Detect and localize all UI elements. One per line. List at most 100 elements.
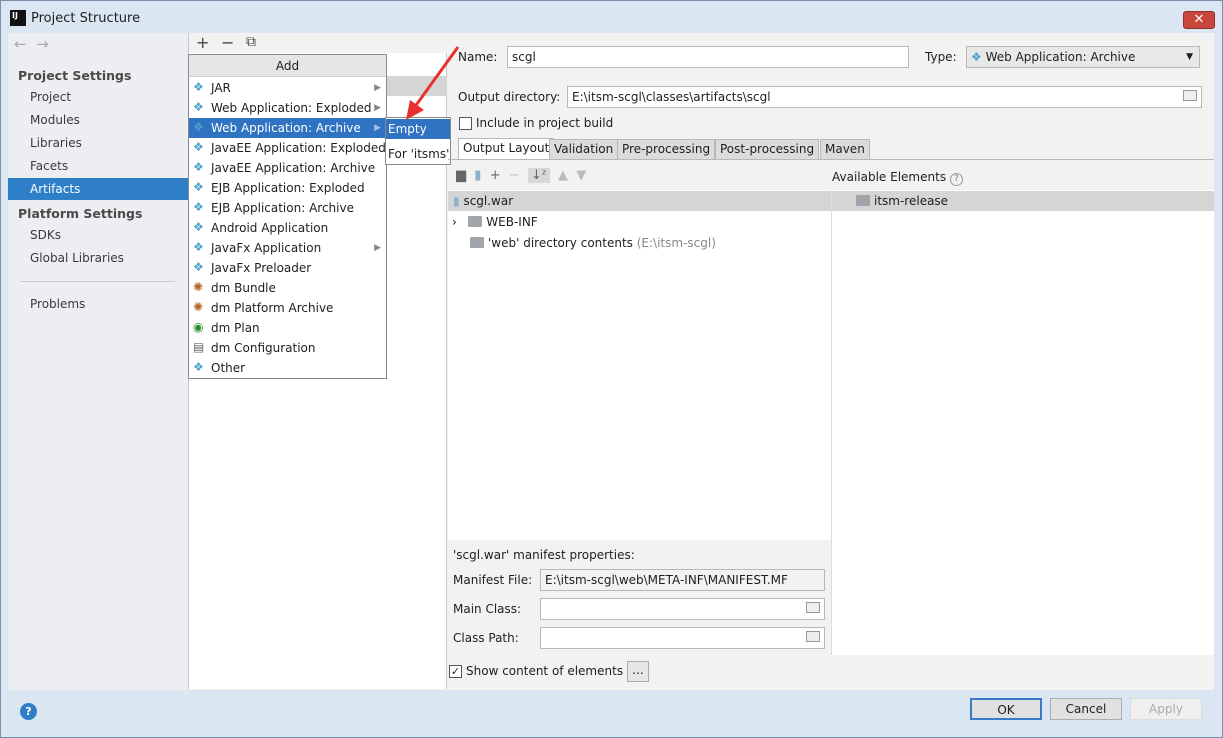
sidebar-item-facets[interactable]: Facets bbox=[8, 155, 188, 177]
menu-item[interactable]: ❖ Web Application: Exploded ▶ bbox=[189, 98, 386, 118]
output-directory-input[interactable]: E:\itsm-scgl\classes\artifacts\scgl bbox=[567, 86, 1202, 108]
tab-validation[interactable]: Validation bbox=[549, 139, 619, 159]
menu-item-label: EJB Application: Exploded bbox=[211, 181, 365, 195]
sort-icon[interactable]: ↓ᶻ bbox=[528, 168, 550, 183]
chevron-down-icon: ▼ bbox=[1186, 52, 1193, 62]
menu-item[interactable]: ❖ Android Application bbox=[189, 218, 386, 238]
tab-maven[interactable]: Maven bbox=[820, 139, 870, 159]
menu-item-label: JavaFx Preloader bbox=[211, 261, 312, 275]
add-icon[interactable]: + bbox=[490, 168, 501, 183]
menu-item[interactable]: ❖ JavaEE Application: Exploded bbox=[189, 138, 386, 158]
javaee-icon: ❖ bbox=[193, 140, 204, 154]
class-path-input[interactable] bbox=[540, 627, 825, 649]
submenu-arrow-icon: ▶ bbox=[374, 83, 381, 93]
tree-node-web-dir[interactable]: 'web' directory contents (E:\itsm-scgl) bbox=[470, 233, 716, 253]
ok-button[interactable]: OK bbox=[970, 698, 1042, 720]
submenu-item-empty[interactable]: Empty bbox=[386, 119, 450, 139]
menu-item-label: JavaEE Application: Exploded bbox=[211, 141, 386, 155]
menu-item-label: Other bbox=[211, 361, 246, 375]
menu-item[interactable]: ✺ dm Bundle bbox=[189, 278, 386, 298]
sidebar-item-project[interactable]: Project bbox=[8, 86, 188, 108]
menu-item-label: Android Application bbox=[211, 221, 329, 235]
menu-item[interactable]: ❖ EJB Application: Exploded bbox=[189, 178, 386, 198]
menu-item[interactable]: ◉ dm Plan bbox=[189, 318, 386, 338]
menu-item-label: JavaFx Application bbox=[211, 241, 322, 255]
cancel-button[interactable]: Cancel bbox=[1050, 698, 1122, 720]
tab-pre-processing[interactable]: Pre-processing bbox=[617, 139, 716, 159]
show-content-checkbox[interactable]: ✓ bbox=[449, 665, 462, 678]
menu-item[interactable]: ❖ Web Application: Archive ▶ bbox=[189, 118, 386, 138]
help-icon[interactable]: ? bbox=[949, 173, 963, 186]
menu-item[interactable]: ▤ dm Configuration bbox=[189, 338, 386, 358]
move-up-icon[interactable]: ▲ bbox=[558, 168, 568, 183]
sidebar-item-libraries[interactable]: Libraries bbox=[8, 132, 188, 154]
sidebar-item-artifacts[interactable]: Artifacts bbox=[8, 178, 188, 200]
sidebar-item-problems[interactable]: Problems bbox=[8, 293, 188, 315]
available-item-label: itsm-release bbox=[874, 194, 949, 208]
submenu-arrow-icon: ▶ bbox=[374, 103, 381, 113]
sidebar-item-sdks[interactable]: SDKs bbox=[8, 224, 188, 246]
menu-item[interactable]: ❖ JavaFx Application ▶ bbox=[189, 238, 386, 258]
help-button[interactable]: ? bbox=[20, 703, 37, 720]
tab-post-processing[interactable]: Post-processing bbox=[715, 139, 820, 159]
copy-icon[interactable]: ⧉ bbox=[246, 34, 256, 50]
tab-output-layout[interactable]: Output Layout bbox=[458, 138, 555, 160]
type-select[interactable]: ❖ Web Application: Archive ▼ bbox=[966, 46, 1200, 68]
sidebar-item-global-libraries[interactable]: Global Libraries bbox=[8, 247, 188, 269]
browse-folder-icon[interactable] bbox=[1183, 90, 1197, 101]
manifest-file-label: Manifest File: bbox=[453, 573, 533, 587]
tab-divider bbox=[448, 159, 1214, 160]
tree-node-web-inf[interactable]: › WEB-INF bbox=[452, 212, 538, 232]
apply-button[interactable]: Apply bbox=[1130, 698, 1202, 720]
menu-item[interactable]: ❖ JavaEE Application: Archive bbox=[189, 158, 386, 178]
browse-icon[interactable] bbox=[806, 602, 820, 613]
intellij-logo-icon: IJ bbox=[10, 10, 26, 26]
back-icon[interactable]: ← bbox=[14, 35, 27, 53]
manifest-file-input[interactable]: E:\itsm-scgl\web\META-INF\MANIFEST.MF bbox=[540, 569, 825, 591]
menu-item[interactable]: ❖ JavaFx Preloader bbox=[189, 258, 386, 278]
menu-item-label: JavaEE Application: Archive bbox=[211, 161, 376, 175]
archive-icon[interactable]: ▮ bbox=[474, 168, 481, 183]
dm-config-icon: ▤ bbox=[193, 340, 205, 354]
move-down-icon[interactable]: ▼ bbox=[576, 168, 586, 183]
dm-plan-icon: ◉ bbox=[193, 320, 204, 334]
close-button[interactable]: ✕ bbox=[1183, 11, 1215, 29]
main-class-input[interactable] bbox=[540, 598, 825, 620]
type-value: Web Application: Archive bbox=[985, 50, 1136, 64]
web-app-icon: ❖ bbox=[193, 100, 204, 114]
menu-item-label: dm Bundle bbox=[211, 281, 276, 295]
menu-item[interactable]: ❖ Other bbox=[189, 358, 386, 378]
window-title: Project Structure bbox=[31, 11, 141, 26]
type-label: Type: bbox=[925, 50, 957, 64]
sidebar: ← → Project Settings Project Modules Lib… bbox=[8, 33, 189, 689]
jar-icon: ❖ bbox=[193, 80, 204, 94]
menu-item[interactable]: ✺ dm Platform Archive bbox=[189, 298, 386, 318]
dm-bundle-icon: ✺ bbox=[193, 300, 204, 314]
submenu-arrow-icon: ▶ bbox=[374, 243, 381, 253]
forward-icon[interactable]: → bbox=[36, 35, 49, 53]
dm-bundle-icon: ✺ bbox=[193, 280, 204, 294]
manifest-title: 'scgl.war' manifest properties: bbox=[453, 548, 635, 562]
submenu-item-for-itsms[interactable]: For 'itsms' bbox=[386, 144, 450, 164]
menu-item[interactable]: ❖ JAR ▶ bbox=[189, 78, 386, 98]
menu-item-label: EJB Application: Archive bbox=[211, 201, 354, 215]
name-input[interactable]: scgl bbox=[507, 46, 909, 68]
project-settings-heading: Project Settings bbox=[18, 68, 132, 83]
web-app-icon: ❖ bbox=[971, 50, 982, 64]
include-build-checkbox[interactable] bbox=[459, 117, 472, 130]
browse-icon[interactable] bbox=[806, 631, 820, 642]
more-button[interactable]: ... bbox=[627, 661, 649, 682]
available-item[interactable]: itsm-release bbox=[832, 191, 1214, 211]
folder-icon bbox=[470, 237, 484, 248]
expand-icon[interactable]: › bbox=[452, 215, 457, 229]
folder-icon bbox=[468, 216, 483, 227]
annotation-arrow bbox=[406, 46, 460, 120]
remove-icon[interactable]: − bbox=[221, 33, 234, 52]
new-folder-icon[interactable]: ▆ bbox=[456, 168, 466, 183]
menu-item[interactable]: ❖ EJB Application: Archive bbox=[189, 198, 386, 218]
tree-root[interactable]: ▮ scgl.war bbox=[448, 191, 831, 211]
remove-icon[interactable]: − bbox=[509, 168, 520, 183]
add-icon[interactable]: + bbox=[196, 33, 209, 52]
javafx-icon: ❖ bbox=[193, 240, 204, 254]
sidebar-item-modules[interactable]: Modules bbox=[8, 109, 188, 131]
